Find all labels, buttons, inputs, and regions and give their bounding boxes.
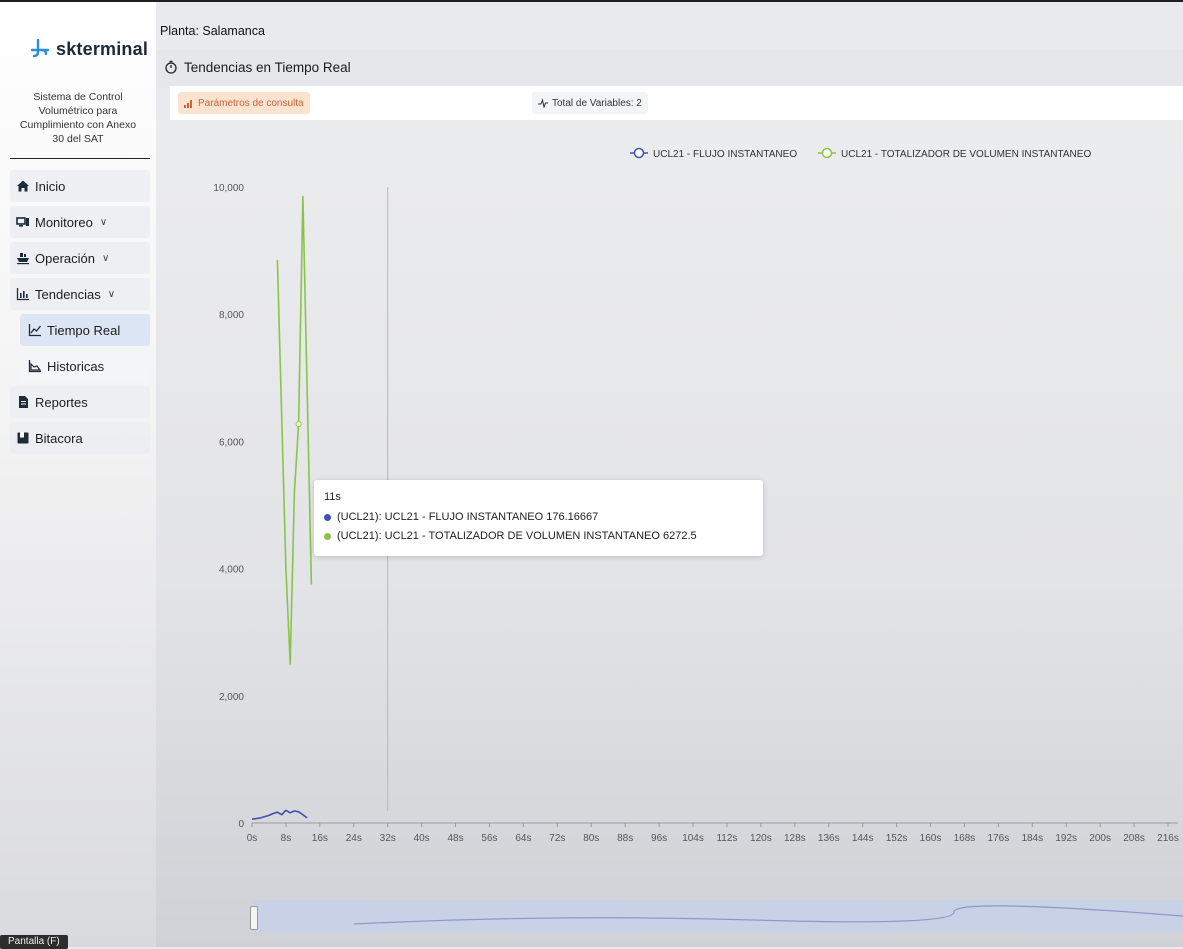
- data-zoom-preview: [353, 905, 1183, 925]
- x-tick-label: 160s: [920, 833, 942, 844]
- chart-tooltip: 11s (UCL21): UCL21 - FLUJO INSTANTANEO 1…: [314, 480, 763, 556]
- x-tick-label: 80s: [583, 833, 599, 844]
- y-tick-label: 10,000: [213, 183, 244, 194]
- trend-chart[interactable]: 0 2,000 4,000 6,000 8,000 10,000 0s 8s 16s 24s 32…: [0, 0, 1183, 947]
- x-tick-label: 88s: [617, 833, 633, 844]
- x-tick-label: 8s: [281, 833, 292, 844]
- x-tick-label: 168s: [954, 833, 976, 844]
- x-tick-label: 128s: [784, 833, 806, 844]
- tooltip-row: (UCL21): UCL21 - FLUJO INSTANTANEO 176.1…: [324, 511, 598, 523]
- tooltip-row-text: (UCL21): UCL21 - FLUJO INSTANTANEO 176.1…: [337, 511, 599, 523]
- y-tick-label: 8,000: [219, 310, 244, 321]
- x-tick-label: 136s: [818, 833, 840, 844]
- x-tick-label: 32s: [380, 833, 396, 844]
- data-zoom-slider[interactable]: [254, 900, 1183, 932]
- x-tick-label: 56s: [481, 833, 497, 844]
- legend-swatch-marker: [821, 147, 833, 159]
- y-tick-label: 4,000: [219, 565, 244, 576]
- series-1-dot-icon: [324, 513, 331, 521]
- tooltip-row: (UCL21): UCL21 - TOTALIZADOR DE VOLUMEN …: [324, 530, 697, 542]
- x-tick-label: 120s: [750, 833, 772, 844]
- x-tick-label: 192s: [1055, 833, 1077, 844]
- x-tick-label: 216s: [1157, 833, 1179, 844]
- x-tick-label: 152s: [886, 833, 908, 844]
- x-tick-label: 176s: [988, 833, 1010, 844]
- x-tick-label: 144s: [852, 833, 874, 844]
- x-tick-label: 24s: [346, 833, 362, 844]
- y-tick-label: 0: [238, 819, 244, 830]
- x-tick-label: 64s: [515, 833, 531, 844]
- series-2-line[interactable]: [276, 195, 313, 665]
- y-tick-label: 6,000: [219, 437, 244, 448]
- x-tick-label: 112s: [716, 833, 737, 844]
- chart-legend[interactable]: UCL21 - FLUJO INSTANTANEO UCL21 - TOTALI…: [630, 147, 1091, 161]
- series-2-dot-icon: [324, 532, 331, 540]
- tooltip-time: 11s: [324, 491, 341, 503]
- legend-label-series-2[interactable]: UCL21 - TOTALIZADOR DE VOLUMEN INSTANTAN…: [841, 149, 1091, 160]
- x-tick-label: 200s: [1089, 833, 1111, 844]
- x-tick-label: 104s: [682, 833, 704, 844]
- tooltip-row-text: (UCL21): UCL21 - TOTALIZADOR DE VOLUMEN …: [337, 530, 697, 542]
- series-2-hover-point: [295, 421, 302, 428]
- x-tick-label: 96s: [651, 833, 667, 844]
- x-tick-label: 184s: [1021, 833, 1043, 844]
- x-tick-label: 208s: [1123, 833, 1145, 844]
- x-tick-label: 16s: [312, 833, 328, 844]
- series-1-line[interactable]: [251, 809, 308, 820]
- legend-label-series-1[interactable]: UCL21 - FLUJO INSTANTANEO: [653, 149, 797, 160]
- x-tick-label: 0s: [247, 833, 258, 844]
- y-tick-label: 2,000: [219, 692, 244, 703]
- x-tick-label: 72s: [549, 833, 565, 844]
- data-zoom-handle[interactable]: [250, 906, 258, 930]
- x-tick-label: 48s: [447, 833, 463, 844]
- x-tick-label: 40s: [414, 833, 430, 844]
- legend-swatch-marker: [633, 147, 645, 159]
